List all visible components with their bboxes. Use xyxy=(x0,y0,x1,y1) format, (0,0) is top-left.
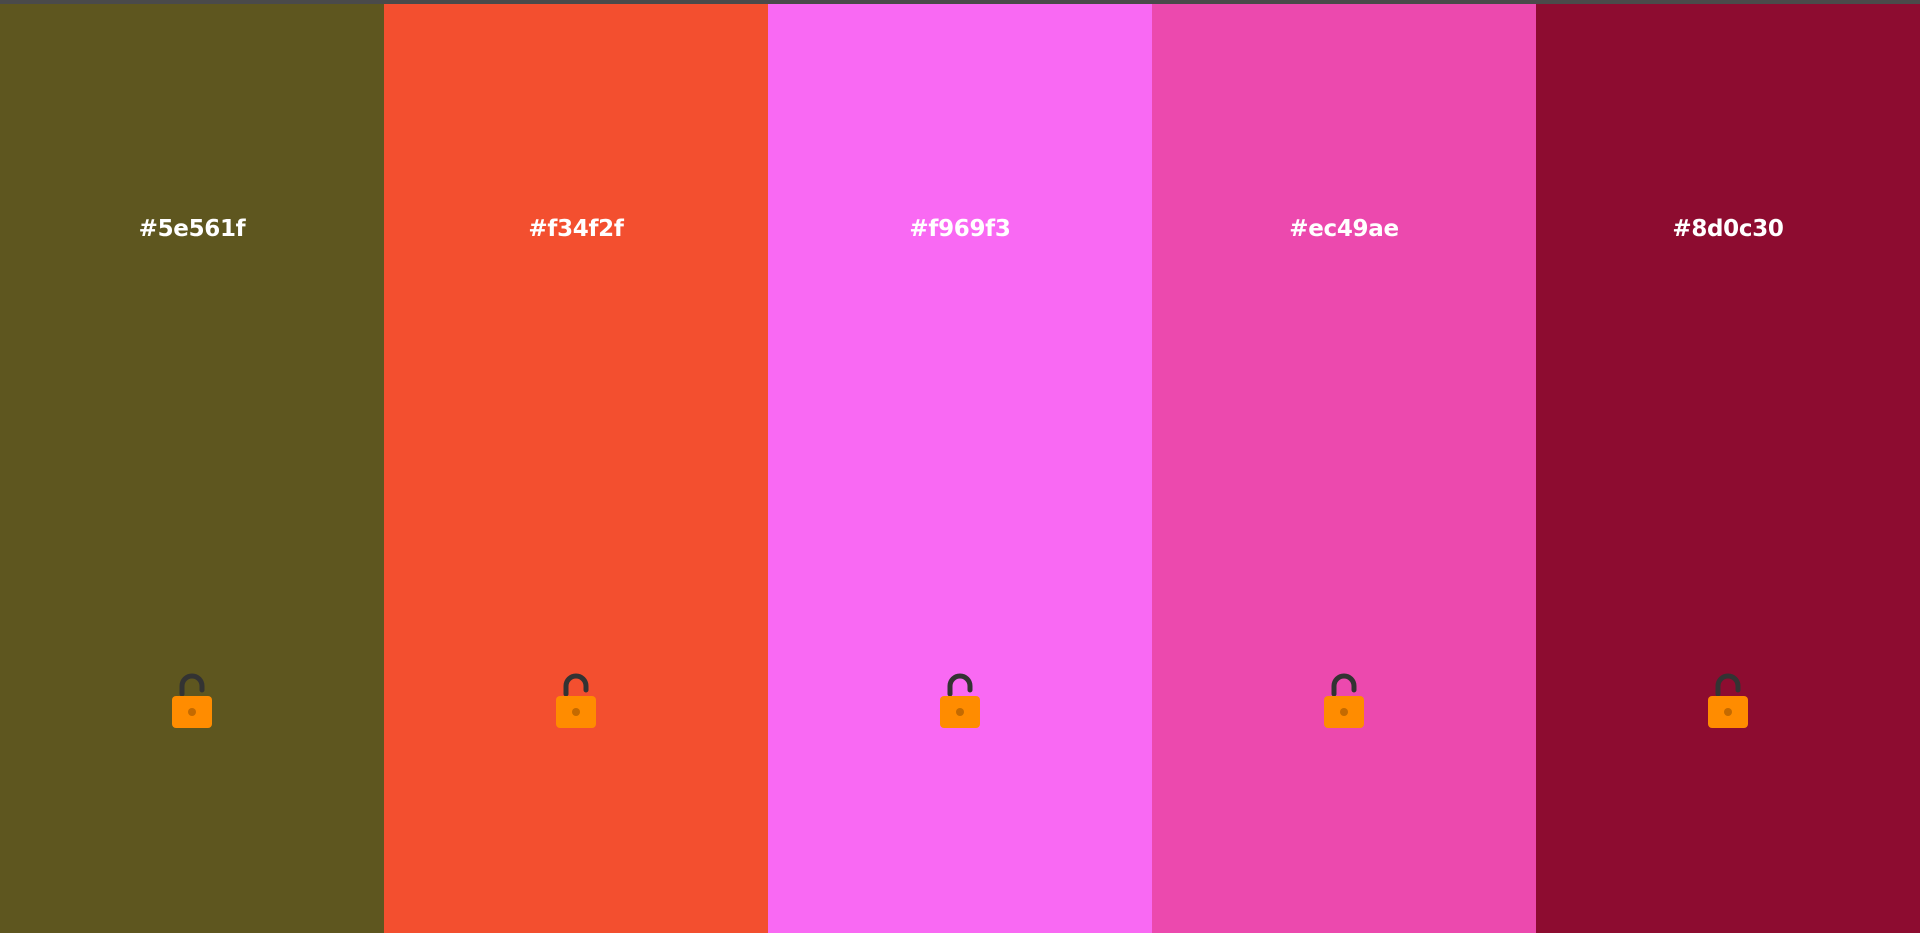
lock-open-icon xyxy=(940,673,980,728)
lock-open-icon xyxy=(1324,673,1364,728)
color-swatch-5[interactable]: #8d0c30 xyxy=(1536,4,1920,933)
lock-toggle-button[interactable] xyxy=(1704,672,1752,732)
color-palette: #5e561f #f34f2f #f969f3 #ec49ae #8d0c30 xyxy=(0,4,1920,933)
hex-code-label[interactable]: #f969f3 xyxy=(768,216,1152,242)
hex-code-label[interactable]: #ec49ae xyxy=(1152,216,1536,242)
lock-toggle-button[interactable] xyxy=(168,672,216,732)
lock-toggle-button[interactable] xyxy=(552,672,600,732)
color-swatch-4[interactable]: #ec49ae xyxy=(1152,4,1536,933)
lock-open-icon xyxy=(556,673,596,728)
lock-toggle-button[interactable] xyxy=(936,672,984,732)
color-swatch-2[interactable]: #f34f2f xyxy=(384,4,768,933)
lock-open-icon xyxy=(172,673,212,728)
hex-code-label[interactable]: #8d0c30 xyxy=(1536,216,1920,242)
lock-toggle-button[interactable] xyxy=(1320,672,1368,732)
color-swatch-3[interactable]: #f969f3 xyxy=(768,4,1152,933)
lock-open-icon xyxy=(1708,673,1748,728)
hex-code-label[interactable]: #5e561f xyxy=(0,216,384,242)
hex-code-label[interactable]: #f34f2f xyxy=(384,216,768,242)
color-swatch-1[interactable]: #5e561f xyxy=(0,4,384,933)
